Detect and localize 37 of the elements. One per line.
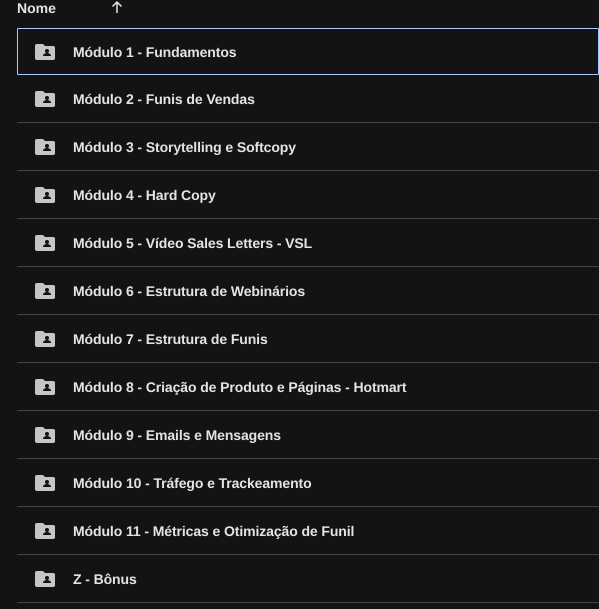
column-header[interactable]: Nome <box>17 0 56 16</box>
folder-name: Módulo 2 - Funis de Vendas <box>73 90 255 106</box>
folder-row[interactable]: Módulo 7 - Estrutura de Funis <box>17 315 599 363</box>
shared-folder-icon <box>35 138 55 154</box>
folder-name: Módulo 4 - Hard Copy <box>73 186 216 202</box>
folder-row[interactable]: Módulo 3 - Storytelling e Softcopy <box>17 123 599 171</box>
shared-folder-icon <box>35 44 55 60</box>
shared-folder-icon <box>35 522 55 538</box>
shared-folder-icon <box>35 282 55 298</box>
folder-name: Módulo 9 - Emails e Mensagens <box>73 426 281 442</box>
folder-name: Módulo 8 - Criação de Produto e Páginas - Hotmart <box>73 378 406 394</box>
folder-row[interactable]: Módulo 8 - Criação de Produto e Páginas - Hotmart <box>17 363 599 411</box>
folder-row[interactable]: Módulo 6 - Estrutura de Webinários <box>17 267 599 315</box>
shared-folder-icon <box>35 570 55 586</box>
folder-name: Módulo 3 - Storytelling e Softcopy <box>73 138 296 154</box>
folder-name: Módulo 1 - Fundamentos <box>73 44 236 60</box>
folder-row[interactable]: Módulo 11 - Métricas e Otimização de Funil <box>17 507 599 555</box>
folder-row[interactable]: Módulo 2 - Funis de Vendas <box>17 75 599 123</box>
folder-name: Z - Bônus <box>73 570 137 586</box>
shared-folder-icon <box>35 330 55 346</box>
folder-row[interactable]: Módulo 9 - Emails e Mensagens <box>17 411 599 459</box>
folder-row[interactable]: Módulo 5 - Vídeo Sales Letters - VSL <box>17 219 599 267</box>
shared-folder-icon <box>35 378 55 394</box>
folder-row[interactable]: Módulo 10 - Tráfego e Trackeamento <box>17 459 599 507</box>
folder-row[interactable]: Módulo 4 - Hard Copy <box>17 171 599 219</box>
folder-name: Módulo 6 - Estrutura de Webinários <box>73 282 306 298</box>
shared-folder-icon <box>35 90 55 106</box>
folder-name: Módulo 5 - Vídeo Sales Letters - VSL <box>73 234 312 250</box>
shared-folder-icon <box>35 474 55 490</box>
folder-name: Módulo 7 - Estrutura de Funis <box>73 330 268 346</box>
folder-name: Módulo 10 - Tráfego e Trackeamento <box>73 474 312 490</box>
shared-folder-icon <box>35 234 55 250</box>
shared-folder-icon <box>35 186 55 202</box>
folder-name: Módulo 11 - Métricas e Otimização de Funil <box>73 522 354 538</box>
shared-folder-icon <box>35 426 55 442</box>
folder-row[interactable]: Módulo 1 - Fundamentos <box>17 28 599 75</box>
folder-row[interactable]: Z - Bônus <box>17 555 599 603</box>
